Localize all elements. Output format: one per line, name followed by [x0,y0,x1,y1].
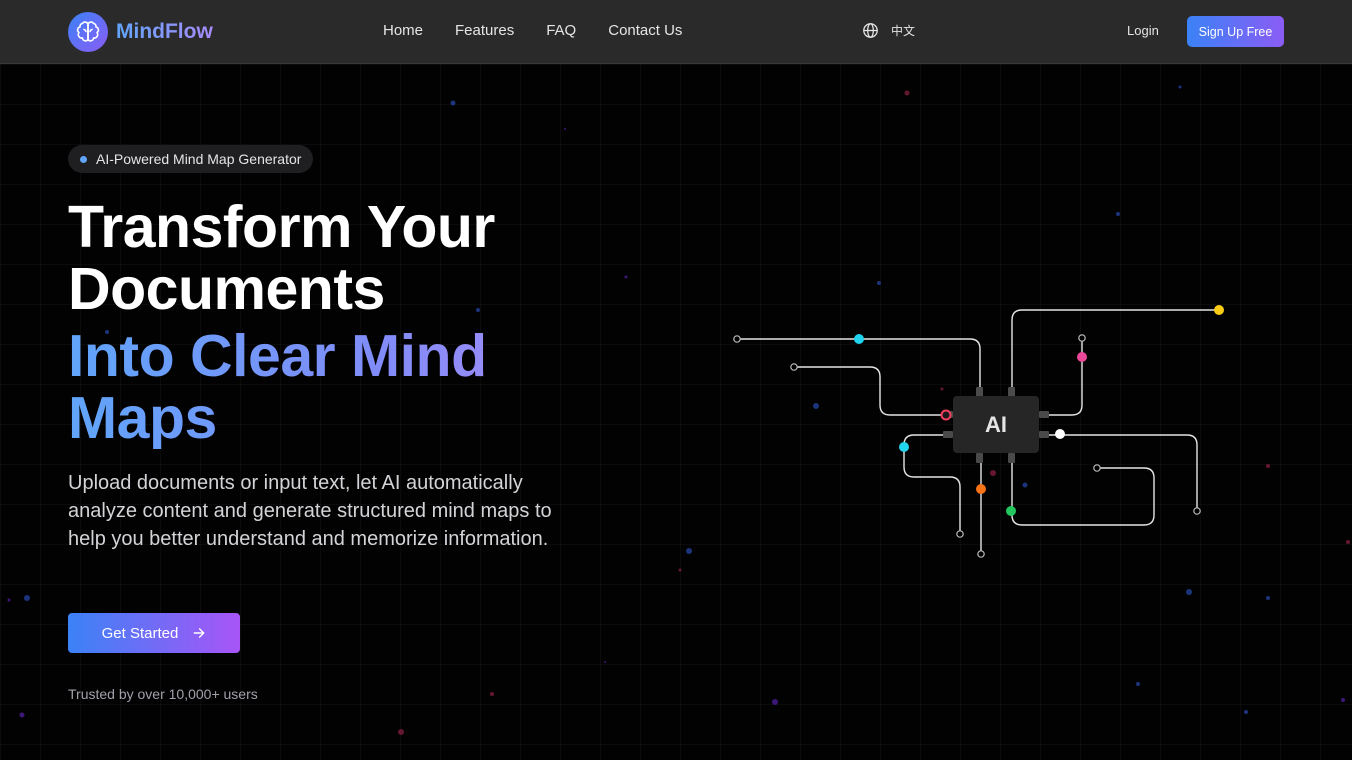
circuit-node [1214,305,1224,315]
globe-icon [863,23,878,38]
nav-faq[interactable]: FAQ [546,22,576,39]
trust-text: Trusted by over 10,000+ users [68,686,258,702]
nav-contact-us[interactable]: Contact Us [608,22,682,39]
brand-logo[interactable]: MindFlow [68,12,213,52]
circuit-node [854,334,864,344]
arrow-right-icon [193,628,205,638]
landing-page: MindFlow Home Features FAQ Contact Us 中文… [0,0,1352,760]
main-navigation: Home Features FAQ Contact Us [383,22,682,39]
top-navbar: MindFlow Home Features FAQ Contact Us 中文… [0,0,1352,64]
hero-badge: AI-Powered Mind Map Generator [68,145,314,173]
badge-dot-icon [80,155,87,163]
language-switcher[interactable]: 中文 [862,22,915,39]
circuit-node [976,484,986,494]
hero-description: Upload documents or input text, let AI a… [68,472,552,550]
circuit-node [940,409,952,421]
ai-chip-label: AI [985,411,1007,437]
ai-chip: AI [953,396,1039,453]
login-link[interactable]: Login [1127,23,1159,38]
brand-name: MindFlow [116,20,213,43]
circuit-node [1055,429,1065,439]
language-label: 中文 [891,24,916,38]
get-started-label: Get Started [101,624,179,642]
badge-text: AI-Powered Mind Map Generator [96,151,302,167]
circuit-node [1006,506,1016,516]
nav-features[interactable]: Features [455,22,514,39]
hero-title: Transform Your Documents [68,194,495,322]
brain-icon [68,12,108,52]
nav-home[interactable]: Home [383,22,423,39]
sign-up-button[interactable]: Sign Up Free [1187,16,1284,47]
circuit-node [899,442,909,452]
hero-title-accent: Into Clear Mind Maps [68,325,588,449]
circuit-node [1077,352,1087,362]
get-started-button[interactable]: Get Started [68,613,240,653]
